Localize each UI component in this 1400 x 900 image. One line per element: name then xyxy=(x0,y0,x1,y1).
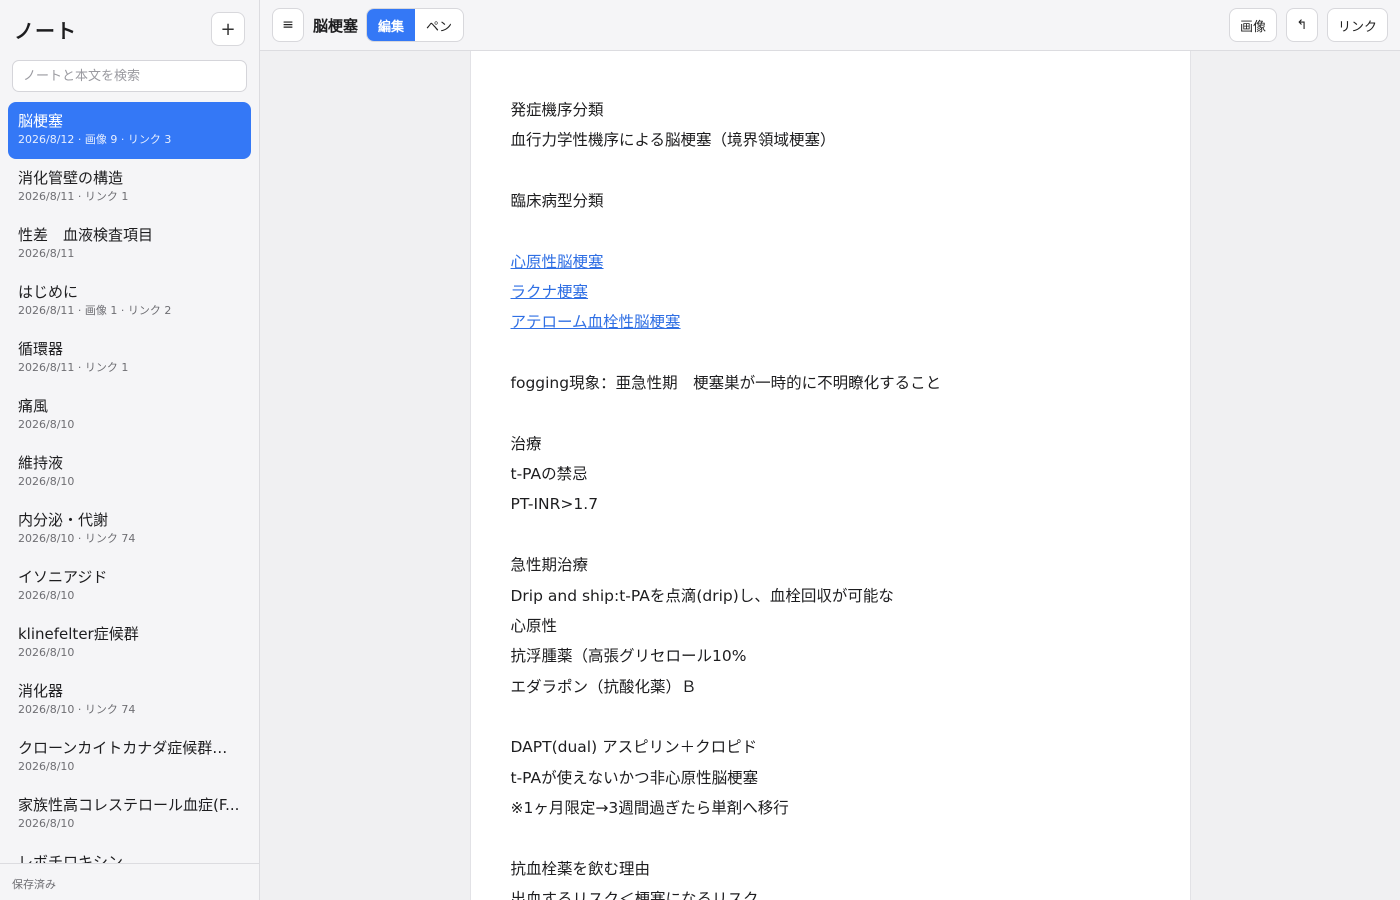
save-status: 保存済み xyxy=(0,863,259,900)
note-link[interactable]: アテローム血栓性脳梗塞 xyxy=(511,307,1150,337)
note-list-item[interactable]: klinefelter症候群 2026/8/10 xyxy=(8,615,251,672)
note-title: 家族性高コレステロール血症(F... xyxy=(18,796,240,814)
note-list-item[interactable]: クローンカイトカナダ症候群 ... 2026/8/10 xyxy=(8,729,251,786)
insert-image-button[interactable]: 画像 xyxy=(1228,8,1277,42)
main-pane: ≡ 脳梗塞 編集 ペン 画像 ↰ リンク 発症機序分類血行力学性機序による脳梗塞… xyxy=(260,0,1400,900)
note-title: 内分泌・代謝 xyxy=(18,511,109,529)
note-list-item[interactable]: 脳梗塞 2026/8/12 · 画像 9 · リンク 3 xyxy=(8,102,251,159)
document-line: 発症機序分類 xyxy=(510,101,604,119)
insert-link-button[interactable]: リンク xyxy=(1326,8,1388,42)
note-list: 脳梗塞 2026/8/12 · 画像 9 · リンク 3 消化管壁の構造 2026/8… xyxy=(0,102,259,863)
document-line: DAPT(dual) アスピリン＋クロピド xyxy=(510,738,758,757)
note-meta: 2026/8/10 · リンク 74 xyxy=(18,532,136,545)
note-list-item[interactable]: 消化器 2026/8/10 · リンク 74 xyxy=(8,672,251,729)
document-title: 脳梗塞 xyxy=(313,16,359,35)
note-title: はじめに xyxy=(18,283,79,301)
note-meta: 2026/8/11 · 画像 1 · リンク 2 xyxy=(18,304,172,317)
add-note-button[interactable]: + xyxy=(211,12,245,46)
note-list-item[interactable]: 家族性高コレステロール血症(F... 2026/8/10 xyxy=(8,786,251,843)
note-list-item[interactable]: 痛風 2026/8/10 xyxy=(8,387,251,444)
note-title: 脳梗塞 xyxy=(18,112,64,130)
sidebar-header: ノート + xyxy=(0,0,259,58)
toolbar-actions: 画像 ↰ リンク xyxy=(1228,8,1388,42)
note-title: 消化器 xyxy=(18,682,64,700)
document-line: 血行力学性機序による脳梗塞（境界領域梗塞） xyxy=(510,131,836,150)
document-line: fogging現象：亜急性期 梗塞巣が一時的に不明瞭化すること xyxy=(510,374,942,393)
note-list-item[interactable]: 性差 血液検査項目 2026/8/11 xyxy=(8,216,251,273)
mode-toggle: 編集 ペン xyxy=(366,8,465,42)
mode-edit-button[interactable]: 編集 xyxy=(367,9,416,41)
note-title: イソニアジド xyxy=(18,568,108,586)
note-list-item[interactable]: イソニアジド 2026/8/10 xyxy=(8,558,251,615)
note-meta: 2026/8/11 · リンク 1 xyxy=(18,361,129,374)
note-meta: 2026/8/11 · リンク 1 xyxy=(18,190,129,203)
note-title: klinefelter症候群 xyxy=(18,625,139,643)
note-meta: 2026/8/10 xyxy=(18,760,75,773)
document-line: 心原性 xyxy=(510,616,558,635)
mode-pen-button[interactable]: ペン xyxy=(415,9,463,41)
note-meta: 2026/8/12 · 画像 9 · リンク 3 xyxy=(18,133,172,146)
note-title: レボチロキシン xyxy=(18,853,124,863)
document-line: 出血するリスク＜梗塞になるリスク xyxy=(510,889,759,900)
document-editor[interactable]: 発症機序分類血行力学性機序による脳梗塞（境界領域梗塞） 臨床病型分類心原性脳梗塞ラ… xyxy=(469,51,1191,900)
note-list-item[interactable]: 循環器 2026/8/11 · リンク 1 xyxy=(8,330,251,387)
toolbar: ≡ 脳梗塞 編集 ペン 画像 ↰ リンク xyxy=(260,0,1400,51)
note-meta: 2026/8/10 xyxy=(18,475,75,488)
sidebar: ノート + 脳梗塞 2026/8/12 · 画像 9 · リンク 3 消化管壁の構造… xyxy=(0,0,260,900)
note-link[interactable]: 心原性脳梗塞 xyxy=(511,247,1150,277)
note-meta: 2026/8/10 xyxy=(18,817,75,830)
note-title: 維持液 xyxy=(18,454,64,472)
note-list-item[interactable]: 内分泌・代謝 2026/8/10 · リンク 74 xyxy=(8,501,251,558)
note-link[interactable]: ラクナ梗塞 xyxy=(511,277,1150,307)
document-line: 治療 xyxy=(510,434,542,453)
document-line: PT-INR>1.7 xyxy=(510,495,599,514)
note-meta: 2026/8/10 · リンク 74 xyxy=(18,703,136,716)
search-input[interactable] xyxy=(12,60,247,92)
note-list-item[interactable]: はじめに 2026/8/11 · 画像 1 · リンク 2 xyxy=(8,273,251,330)
document-line: エダラポン（抗酸化薬）Ｂ xyxy=(510,677,697,696)
note-title: 性差 血液検査項目 xyxy=(18,226,154,244)
document-line: 臨床病型分類 xyxy=(510,192,604,211)
note-title: 循環器 xyxy=(18,340,64,358)
document-line: t-PAの禁忌 xyxy=(510,465,588,484)
note-meta: 2026/8/10 xyxy=(18,589,75,602)
note-list-item[interactable]: 消化管壁の構造 2026/8/11 · リンク 1 xyxy=(8,159,251,216)
document-line: t-PAが使えないかつ非心原性脳梗塞 xyxy=(510,768,759,787)
document-line: Drip and ship:t-PAを点滴(drip)し、血栓回収が可能な xyxy=(510,586,894,605)
note-meta: 2026/8/10 xyxy=(18,418,75,431)
search-wrap xyxy=(0,58,259,102)
document-line: 抗血栓薬を飲む理由 xyxy=(510,859,651,878)
note-list-item[interactable]: レボチロキシン xyxy=(8,843,251,863)
document-line: 抗浮腫薬（高張グリセロール10% xyxy=(510,647,747,666)
document-line: ※1ヶ月限定→3週間過ぎたら単剤へ移行 xyxy=(510,798,789,817)
content-area: 発症機序分類血行力学性機序による脳梗塞（境界領域梗塞） 臨床病型分類心原性脳梗塞ラ… xyxy=(260,51,1400,900)
note-meta: 2026/8/11 xyxy=(18,247,75,260)
note-title: 消化管壁の構造 xyxy=(18,169,124,187)
note-title: クローンカイトカナダ症候群 ... xyxy=(18,739,241,757)
menu-button[interactable]: ≡ xyxy=(272,8,304,42)
undo-icon[interactable]: ↰ xyxy=(1285,8,1318,42)
sidebar-title: ノート xyxy=(14,18,77,43)
document-line: 急性期治療 xyxy=(510,556,589,575)
note-list-item[interactable]: 維持液 2026/8/10 xyxy=(8,444,251,501)
note-title: 痛風 xyxy=(18,397,49,415)
note-meta: 2026/8/10 xyxy=(18,646,75,659)
